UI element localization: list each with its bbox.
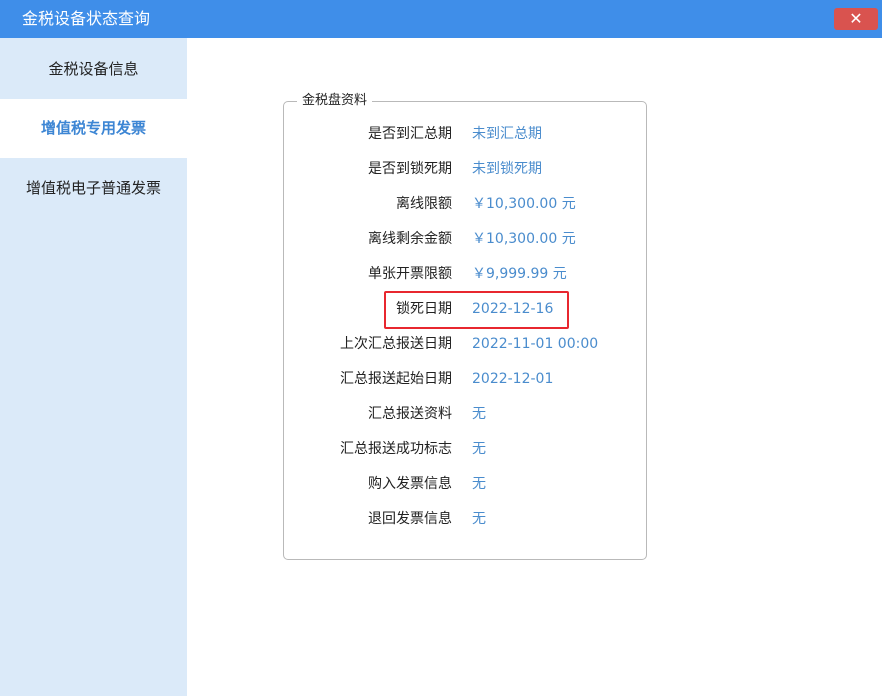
row-value: 无 — [472, 406, 486, 422]
row-label: 汇总报送资料 — [368, 406, 452, 422]
sidebar-item-electronic-ordinary-invoice[interactable]: 增值税电子普通发票 — [0, 159, 187, 218]
row-label: 是否到锁死期 — [368, 161, 452, 177]
row-label: 是否到汇总期 — [368, 126, 452, 142]
window-title: 金税设备状态查询 — [22, 9, 151, 28]
close-button[interactable]: ✕ — [834, 8, 878, 30]
info-row-single-invoice-limit: 单张开票限额 ￥9,999.99 元 — [284, 264, 644, 284]
info-row-offline-remaining: 离线剩余金额 ￥10,300.00 元 — [284, 229, 644, 249]
info-row-last-report-date: 上次汇总报送日期 2022-11-01 00:00 — [284, 334, 644, 354]
row-value: ￥9,999.99 元 — [472, 266, 567, 282]
row-value: 无 — [472, 476, 486, 492]
title-bar: 金税设备状态查询 ✕ — [0, 0, 882, 38]
row-label: 退回发票信息 — [368, 511, 452, 527]
row-label: 上次汇总报送日期 — [340, 336, 452, 352]
info-row-report-success-flag: 汇总报送成功标志 无 — [284, 439, 644, 459]
row-value: ￥10,300.00 元 — [472, 196, 576, 212]
lock-date-highlight-box — [384, 291, 569, 329]
row-value: 无 — [472, 511, 486, 527]
info-row-summary-period: 是否到汇总期 未到汇总期 — [284, 124, 644, 144]
sidebar-item-device-info[interactable]: 金税设备信息 — [0, 40, 187, 99]
row-label: 离线限额 — [396, 196, 452, 212]
row-value: 2022-12-01 — [472, 371, 554, 387]
row-label: 购入发票信息 — [368, 476, 452, 492]
info-row-offline-limit: 离线限额 ￥10,300.00 元 — [284, 194, 644, 214]
sidebar-item-special-vat-invoice[interactable]: 增值税专用发票 — [0, 99, 187, 158]
info-row-report-start-date: 汇总报送起始日期 2022-12-01 — [284, 369, 644, 389]
info-row-report-data: 汇总报送资料 无 — [284, 404, 644, 424]
group-legend: 金税盘资料 — [297, 92, 373, 110]
sidebar: 金税设备信息 增值税专用发票 增值税电子普通发票 — [0, 38, 187, 696]
info-row-returned-invoices: 退回发票信息 无 — [284, 509, 644, 529]
row-value: 未到汇总期 — [472, 126, 542, 142]
row-label: 离线剩余金额 — [368, 231, 452, 247]
close-icon: ✕ — [849, 9, 863, 28]
row-value: 2022-11-01 00:00 — [472, 336, 599, 352]
row-label: 单张开票限额 — [368, 266, 452, 282]
row-value: 无 — [472, 441, 486, 457]
row-label: 汇总报送起始日期 — [340, 371, 452, 387]
info-row-lock-period: 是否到锁死期 未到锁死期 — [284, 159, 644, 179]
row-label: 汇总报送成功标志 — [340, 441, 452, 457]
row-value: ￥10,300.00 元 — [472, 231, 576, 247]
info-row-purchased-invoices: 购入发票信息 无 — [284, 474, 644, 494]
row-value: 未到锁死期 — [472, 161, 542, 177]
